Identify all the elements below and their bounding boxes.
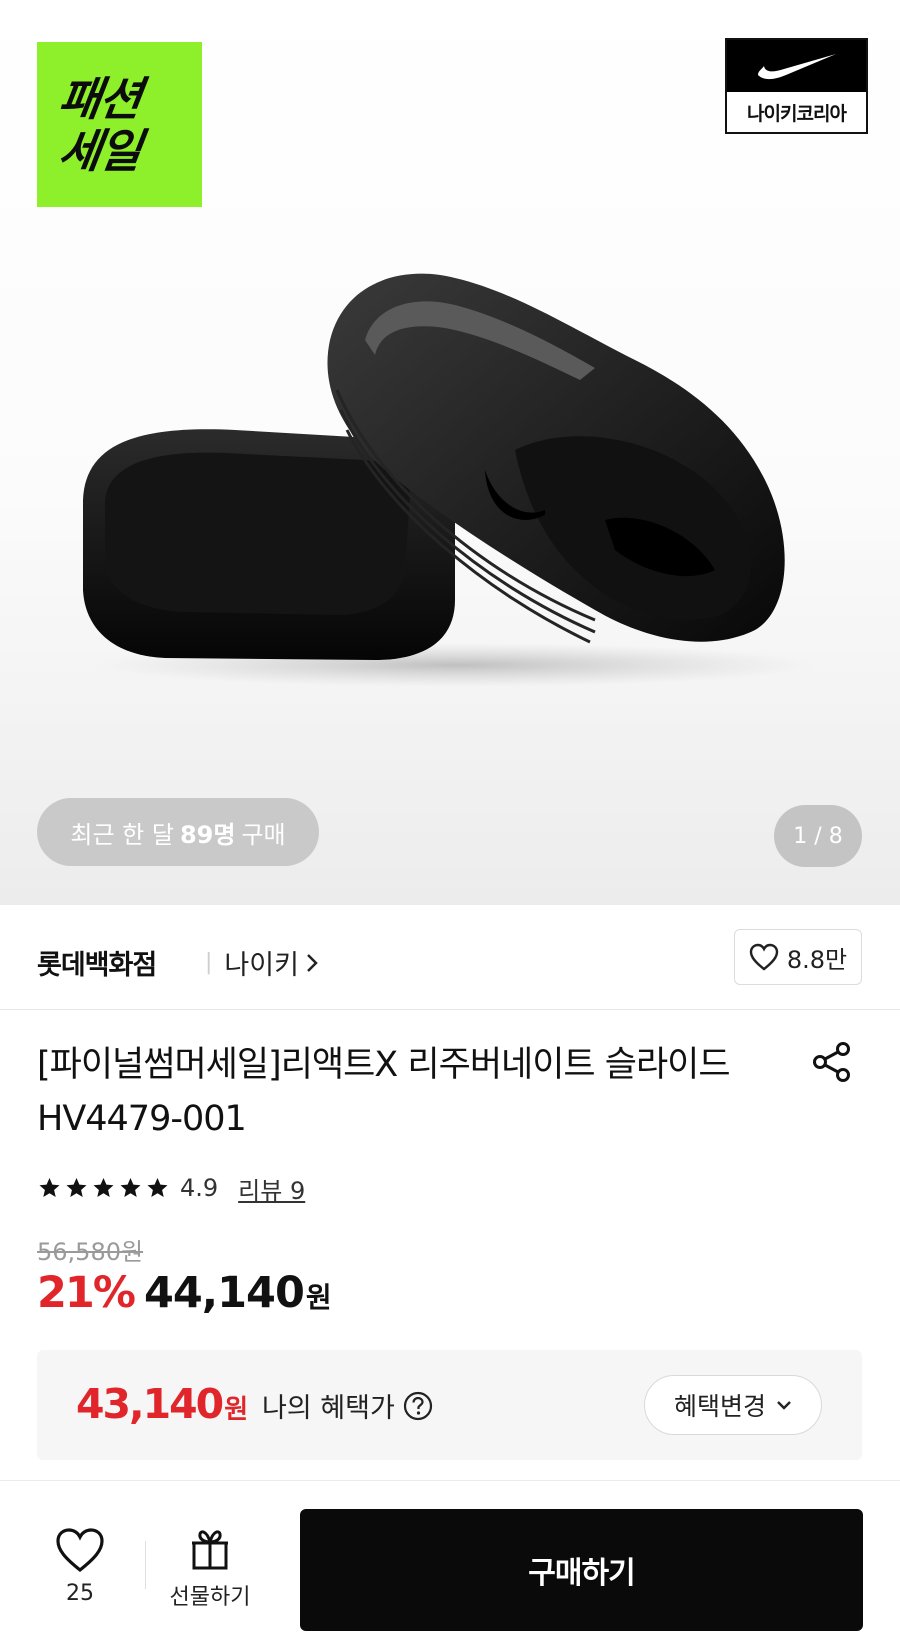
store-row: 롯데백화점 | 나이키 8.8만 xyxy=(0,905,900,1010)
change-benefit-button[interactable]: 혜택변경 xyxy=(644,1375,822,1435)
brand-separator: | xyxy=(205,950,213,975)
change-benefit-label: 혜택변경 xyxy=(673,1392,766,1421)
badge-line-2: 세일 xyxy=(55,123,144,178)
heart-icon xyxy=(749,943,779,971)
recent-count: 89명 xyxy=(179,820,236,849)
share-icon xyxy=(813,1042,850,1082)
original-price: 56,580원 xyxy=(37,1238,144,1266)
wishlist-button[interactable]: 25 xyxy=(40,1527,120,1606)
rating-stars xyxy=(37,1176,170,1200)
gift-icon xyxy=(192,1530,228,1570)
sale-price-currency: 원 xyxy=(305,1281,332,1314)
store-like-button[interactable]: 8.8만 xyxy=(734,929,862,985)
share-button[interactable] xyxy=(810,1040,854,1084)
fashion-sale-badge: 패션 세일 xyxy=(37,42,202,207)
sale-price: 44,140 xyxy=(143,1268,305,1318)
brand-link[interactable]: | 나이키 xyxy=(205,943,319,982)
chevron-right-icon xyxy=(307,953,318,972)
nike-korea-logo: 나이키코리아 xyxy=(725,38,868,134)
chevron-down-icon xyxy=(777,1401,791,1410)
rating-value: 4.9 xyxy=(180,1174,219,1202)
bottom-action-bar: 25 선물하기 구매하기 xyxy=(0,1480,900,1643)
rating-row: 4.9 리뷰 9 xyxy=(37,1170,305,1206)
benefit-price-box: 43,140 원 나의 혜택가 혜택변경 xyxy=(37,1350,862,1460)
help-circle-icon[interactable] xyxy=(403,1391,433,1421)
star-icon xyxy=(66,1178,87,1197)
price-row: 21% 44,140 원 xyxy=(37,1268,332,1318)
badge-line-1: 패션 xyxy=(55,71,144,126)
wishlist-count: 25 xyxy=(66,1581,94,1606)
image-counter: 1 / 8 xyxy=(774,805,862,867)
benefit-price: 43,140 원 xyxy=(76,1380,248,1428)
buy-button[interactable]: 구매하기 xyxy=(300,1509,863,1631)
benefit-price-value: 43,140 xyxy=(76,1380,224,1428)
product-photo xyxy=(83,273,815,687)
brand-name: 나이키 xyxy=(224,950,299,981)
bottom-divider xyxy=(145,1541,146,1589)
star-icon xyxy=(147,1178,168,1197)
star-icon xyxy=(120,1178,141,1197)
heart-icon xyxy=(56,1528,104,1573)
star-icon xyxy=(39,1178,60,1197)
gift-button[interactable]: 선물하기 xyxy=(160,1527,260,1611)
benefit-label: 나의 혜택가 xyxy=(262,1386,433,1425)
recent-prefix: 최근 한 달 xyxy=(70,820,174,849)
gift-label: 선물하기 xyxy=(169,1585,251,1610)
benefit-price-currency: 원 xyxy=(224,1395,249,1425)
review-link[interactable]: 리뷰 9 xyxy=(238,1171,305,1206)
store-like-count: 8.8만 xyxy=(786,945,848,974)
discount-rate: 21% xyxy=(37,1268,136,1318)
brand-logo-label: 나이키코리아 xyxy=(747,102,847,125)
product-title: [파이널썸머세일]리액트X 리주버네이트 슬라이드 HV4479-001 xyxy=(37,1045,731,1139)
star-icon xyxy=(93,1178,114,1197)
nike-swoosh-icon xyxy=(757,54,836,80)
store-name[interactable]: 롯데백화점 xyxy=(37,943,157,982)
recent-purchase-pill: 최근 한 달 89명 구매 xyxy=(37,798,319,866)
benefit-label-text: 나의 혜택가 xyxy=(262,1393,395,1424)
product-image-gallery[interactable]: 패션 세일 나이키코리아 최근 한 달 89명 구매 1 / 8 xyxy=(0,0,900,905)
recent-suffix: 구매 xyxy=(241,820,286,849)
